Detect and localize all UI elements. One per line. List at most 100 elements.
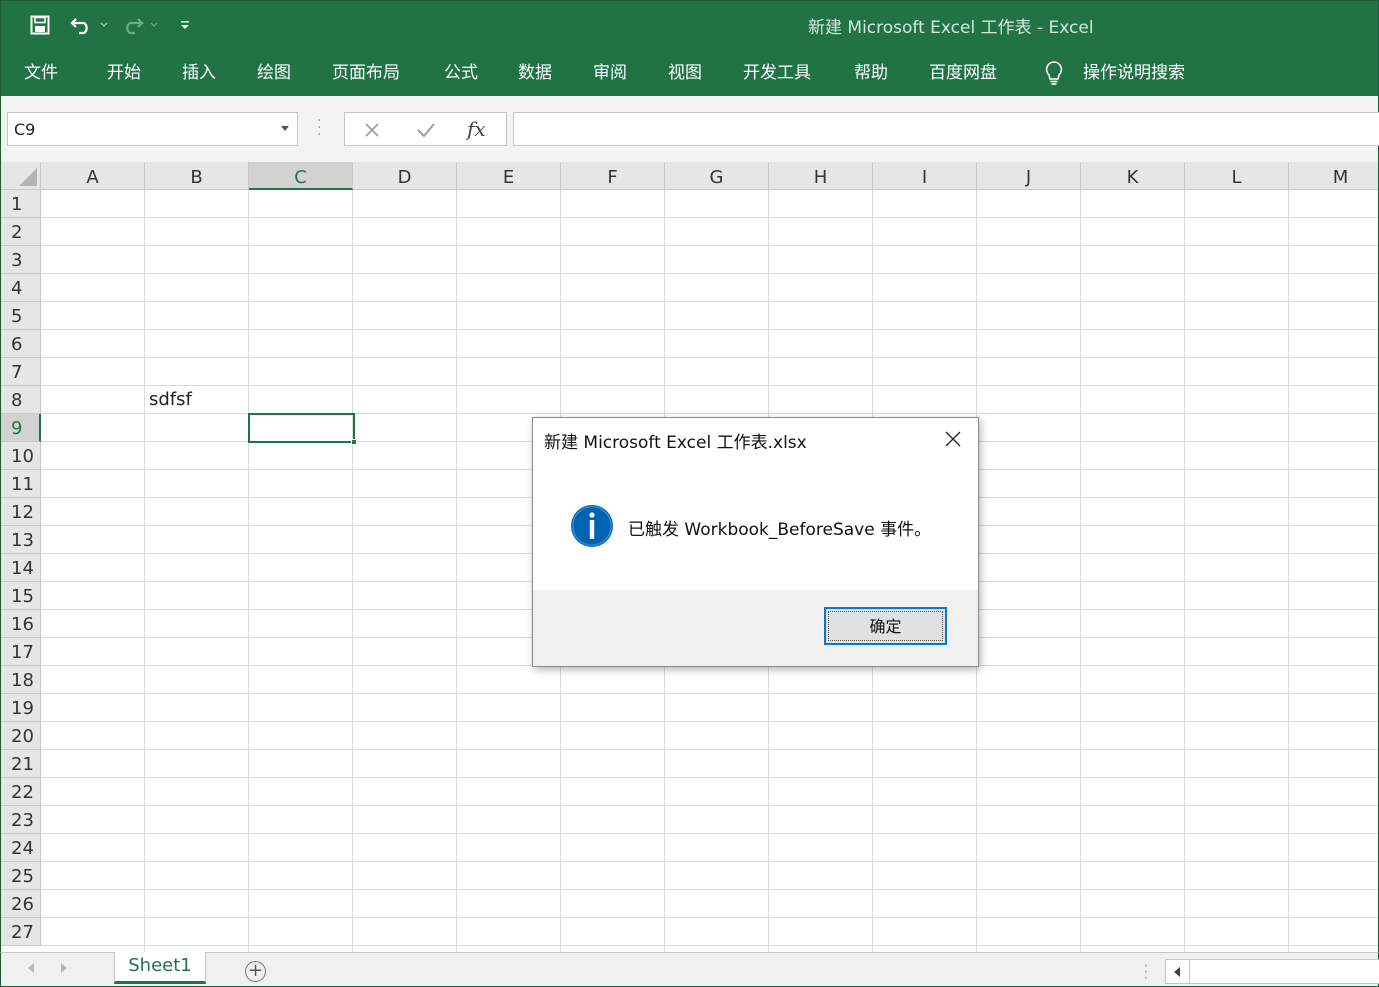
row-header-7[interactable]: 7	[1, 358, 41, 386]
tab-page-layout[interactable]: 页面布局	[332, 59, 400, 87]
cancel-entry-button[interactable]	[357, 113, 387, 147]
column-header-c[interactable]: C	[249, 162, 353, 190]
row-header-20[interactable]: 20	[1, 722, 41, 750]
redo-dropdown[interactable]	[147, 11, 161, 39]
prev-sheet-icon[interactable]	[28, 963, 34, 973]
confirm-entry-button[interactable]	[411, 113, 441, 147]
grid-row-line	[41, 385, 1378, 386]
column-header-m[interactable]: M	[1289, 162, 1378, 190]
column-header-a[interactable]: A	[41, 162, 145, 190]
tab-home[interactable]: 开始	[107, 59, 141, 87]
close-icon	[945, 431, 961, 447]
grid-row-line	[41, 245, 1378, 246]
next-sheet-icon[interactable]	[61, 963, 67, 973]
row-header-25[interactable]: 25	[1, 862, 41, 890]
row-header-21[interactable]: 21	[1, 750, 41, 778]
row-header-2[interactable]: 2	[1, 218, 41, 246]
row-header-22[interactable]: 22	[1, 778, 41, 806]
add-sheet-button[interactable]: +	[245, 961, 266, 982]
row-header-11[interactable]: 11	[1, 470, 41, 498]
tab-developer[interactable]: 开发工具	[743, 59, 811, 87]
customize-qat-icon	[181, 21, 189, 29]
row-header-15[interactable]: 15	[1, 582, 41, 610]
formula-input[interactable]	[513, 112, 1379, 146]
grid-column-line	[352, 190, 353, 952]
column-header-l[interactable]: L	[1185, 162, 1289, 190]
row-header-1[interactable]: 1	[1, 190, 41, 218]
tell-me-search[interactable]: 操作说明搜索	[1043, 59, 1185, 87]
grid-row-line	[41, 833, 1378, 834]
grid-row-line	[41, 749, 1378, 750]
row-header-5[interactable]: 5	[1, 302, 41, 330]
customize-qat-button[interactable]	[175, 11, 195, 39]
tab-formulas[interactable]: 公式	[444, 59, 478, 87]
quick-access-toolbar	[23, 11, 195, 39]
row-header-24[interactable]: 24	[1, 834, 41, 862]
grid-row-line	[41, 329, 1378, 330]
dialog-close-button[interactable]	[938, 426, 968, 454]
row-header-13[interactable]: 13	[1, 526, 41, 554]
tab-insert[interactable]: 插入	[182, 59, 216, 87]
row-header-14[interactable]: 14	[1, 554, 41, 582]
row-header-9[interactable]: 9	[1, 414, 41, 442]
grid-row-line	[41, 357, 1378, 358]
insert-function-button[interactable]: fx	[467, 117, 486, 141]
row-header-16[interactable]: 16	[1, 610, 41, 638]
column-header-j[interactable]: J	[977, 162, 1081, 190]
window-title: 新建 Microsoft Excel 工作表 - Excel	[808, 18, 1094, 38]
ok-button[interactable]: 确定	[824, 607, 947, 645]
grid-column-line	[1184, 190, 1185, 952]
grid-row-line	[41, 945, 1378, 946]
row-header-8[interactable]: 8	[1, 386, 41, 414]
column-header-k[interactable]: K	[1081, 162, 1185, 190]
row-header-26[interactable]: 26	[1, 890, 41, 918]
row-header-27[interactable]: 27	[1, 918, 41, 946]
grid-column-line	[1080, 190, 1081, 952]
tab-view[interactable]: 视图	[668, 59, 702, 87]
column-header-b[interactable]: B	[145, 162, 249, 190]
redo-button[interactable]	[117, 11, 147, 39]
row-header-12[interactable]: 12	[1, 498, 41, 526]
grid-row-line	[41, 413, 1378, 414]
row-header-6[interactable]: 6	[1, 330, 41, 358]
sheet-tab-sheet1[interactable]: Sheet1	[114, 952, 206, 984]
grid-row-line	[41, 217, 1378, 218]
row-header-18[interactable]: 18	[1, 666, 41, 694]
grid-row-line	[41, 721, 1378, 722]
row-header-23[interactable]: 23	[1, 806, 41, 834]
save-button[interactable]	[23, 11, 57, 39]
tab-review[interactable]: 审阅	[593, 59, 627, 87]
undo-dropdown[interactable]	[97, 11, 111, 39]
tab-draw[interactable]: 绘图	[257, 59, 291, 87]
row-header-3[interactable]: 3	[1, 246, 41, 274]
row-header-19[interactable]: 19	[1, 694, 41, 722]
formula-bar-resize-icon[interactable]: · · ·	[317, 114, 321, 142]
column-header-g[interactable]: G	[665, 162, 769, 190]
row-header-17[interactable]: 17	[1, 638, 41, 666]
column-header-e[interactable]: E	[457, 162, 561, 190]
sheet-tab-bar: Sheet1 + · · ·	[0, 952, 1379, 987]
tab-splitter-icon[interactable]: · · ·	[1144, 960, 1148, 984]
chevron-down-icon[interactable]	[281, 126, 289, 131]
undo-button[interactable]	[67, 11, 97, 39]
cell-b8[interactable]: sdfsf	[149, 386, 192, 414]
close-icon	[365, 123, 379, 137]
column-header-f[interactable]: F	[561, 162, 665, 190]
tab-file[interactable]: 文件	[24, 59, 58, 87]
active-cell-c9[interactable]	[248, 413, 357, 445]
tab-help[interactable]: 帮助	[854, 59, 888, 87]
row-header-10[interactable]: 10	[1, 442, 41, 470]
column-header-h[interactable]: H	[769, 162, 873, 190]
scroll-left-icon[interactable]	[1166, 960, 1190, 983]
tab-baidu-netdisk[interactable]: 百度网盘	[929, 59, 997, 87]
grid-row-line	[41, 301, 1378, 302]
tab-data[interactable]: 数据	[518, 59, 552, 87]
select-all-button[interactable]	[1, 162, 41, 190]
column-header-i[interactable]: I	[873, 162, 977, 190]
dialog-message: 已触发 Workbook_BeforeSave 事件。	[628, 520, 932, 540]
fill-handle[interactable]	[351, 439, 357, 445]
name-box[interactable]: C9	[7, 112, 298, 146]
column-header-d[interactable]: D	[353, 162, 457, 190]
row-header-4[interactable]: 4	[1, 274, 41, 302]
horizontal-scrollbar[interactable]	[1165, 959, 1379, 984]
